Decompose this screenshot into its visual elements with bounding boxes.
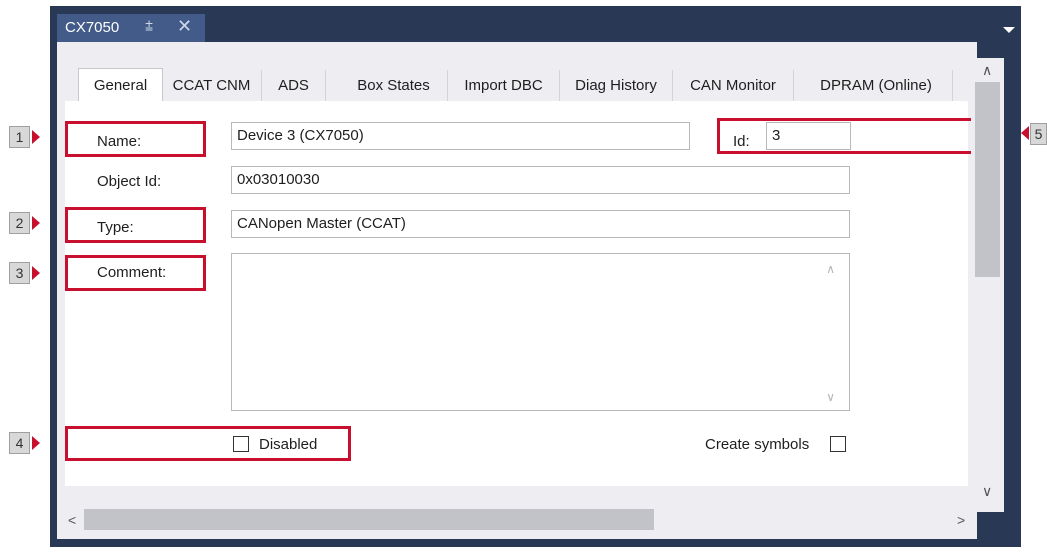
callout-3-arrow: [32, 266, 40, 280]
document-tab-title: CX7050: [65, 19, 120, 36]
scroll-down-icon[interactable]: ∨: [982, 483, 992, 500]
callout-2: 2: [9, 212, 30, 234]
tab-import-dbc[interactable]: Import DBC: [448, 70, 560, 101]
type-field[interactable]: CANopen Master (CCAT): [231, 210, 850, 238]
callout-1-arrow: [32, 130, 40, 144]
pin-icon[interactable]: ⩲: [145, 18, 153, 35]
window-menu-dropdown-icon[interactable]: [1003, 27, 1015, 33]
highlight-box-2: [65, 207, 206, 243]
comment-textarea[interactable]: ∧ ∨: [231, 253, 850, 411]
callout-1: 1: [9, 126, 30, 148]
create-symbols-label: Create symbols: [705, 436, 810, 453]
tab-diag-history[interactable]: Diag History: [560, 70, 673, 101]
close-icon[interactable]: ✕: [177, 16, 192, 37]
horizontal-scroll-thumb[interactable]: [84, 509, 654, 530]
object-id-field[interactable]: 0x03010030: [231, 166, 850, 194]
document-tab[interactable]: CX7050 ⩲ ✕: [57, 14, 205, 42]
tab-strip: General CCAT CNM ADS Box States Import D…: [70, 68, 970, 103]
tab-box-states[interactable]: Box States: [340, 70, 448, 101]
scroll-left-icon[interactable]: <: [68, 512, 76, 528]
tab-ads[interactable]: ADS: [262, 70, 326, 101]
name-field[interactable]: Device 3 (CX7050): [231, 122, 690, 150]
callout-2-arrow: [32, 216, 40, 230]
highlight-box-4: [65, 426, 351, 461]
highlight-box-5: [717, 118, 1001, 154]
highlight-box-1: [65, 121, 206, 157]
vertical-scroll-thumb[interactable]: [975, 82, 1000, 277]
chevron-down-icon[interactable]: ∨: [826, 390, 835, 404]
tab-ccat-cnm[interactable]: CCAT CNM: [162, 70, 262, 101]
create-symbols-checkbox[interactable]: [830, 436, 846, 452]
object-id-label: Object Id:: [97, 173, 162, 190]
tab-can-monitor[interactable]: CAN Monitor: [673, 70, 794, 101]
highlight-box-3: [65, 255, 206, 291]
callout-5: 5: [1030, 123, 1047, 145]
scroll-right-icon[interactable]: >: [957, 512, 965, 528]
scroll-up-icon[interactable]: ∧: [982, 62, 992, 79]
callout-4-arrow: [32, 436, 40, 450]
tab-general[interactable]: General: [78, 68, 163, 103]
tab-dpram-online[interactable]: DPRAM (Online): [800, 70, 953, 101]
chevron-up-icon[interactable]: ∧: [826, 262, 835, 276]
callout-4: 4: [9, 432, 30, 454]
callout-5-arrow: [1021, 126, 1029, 140]
callout-3: 3: [9, 262, 30, 284]
